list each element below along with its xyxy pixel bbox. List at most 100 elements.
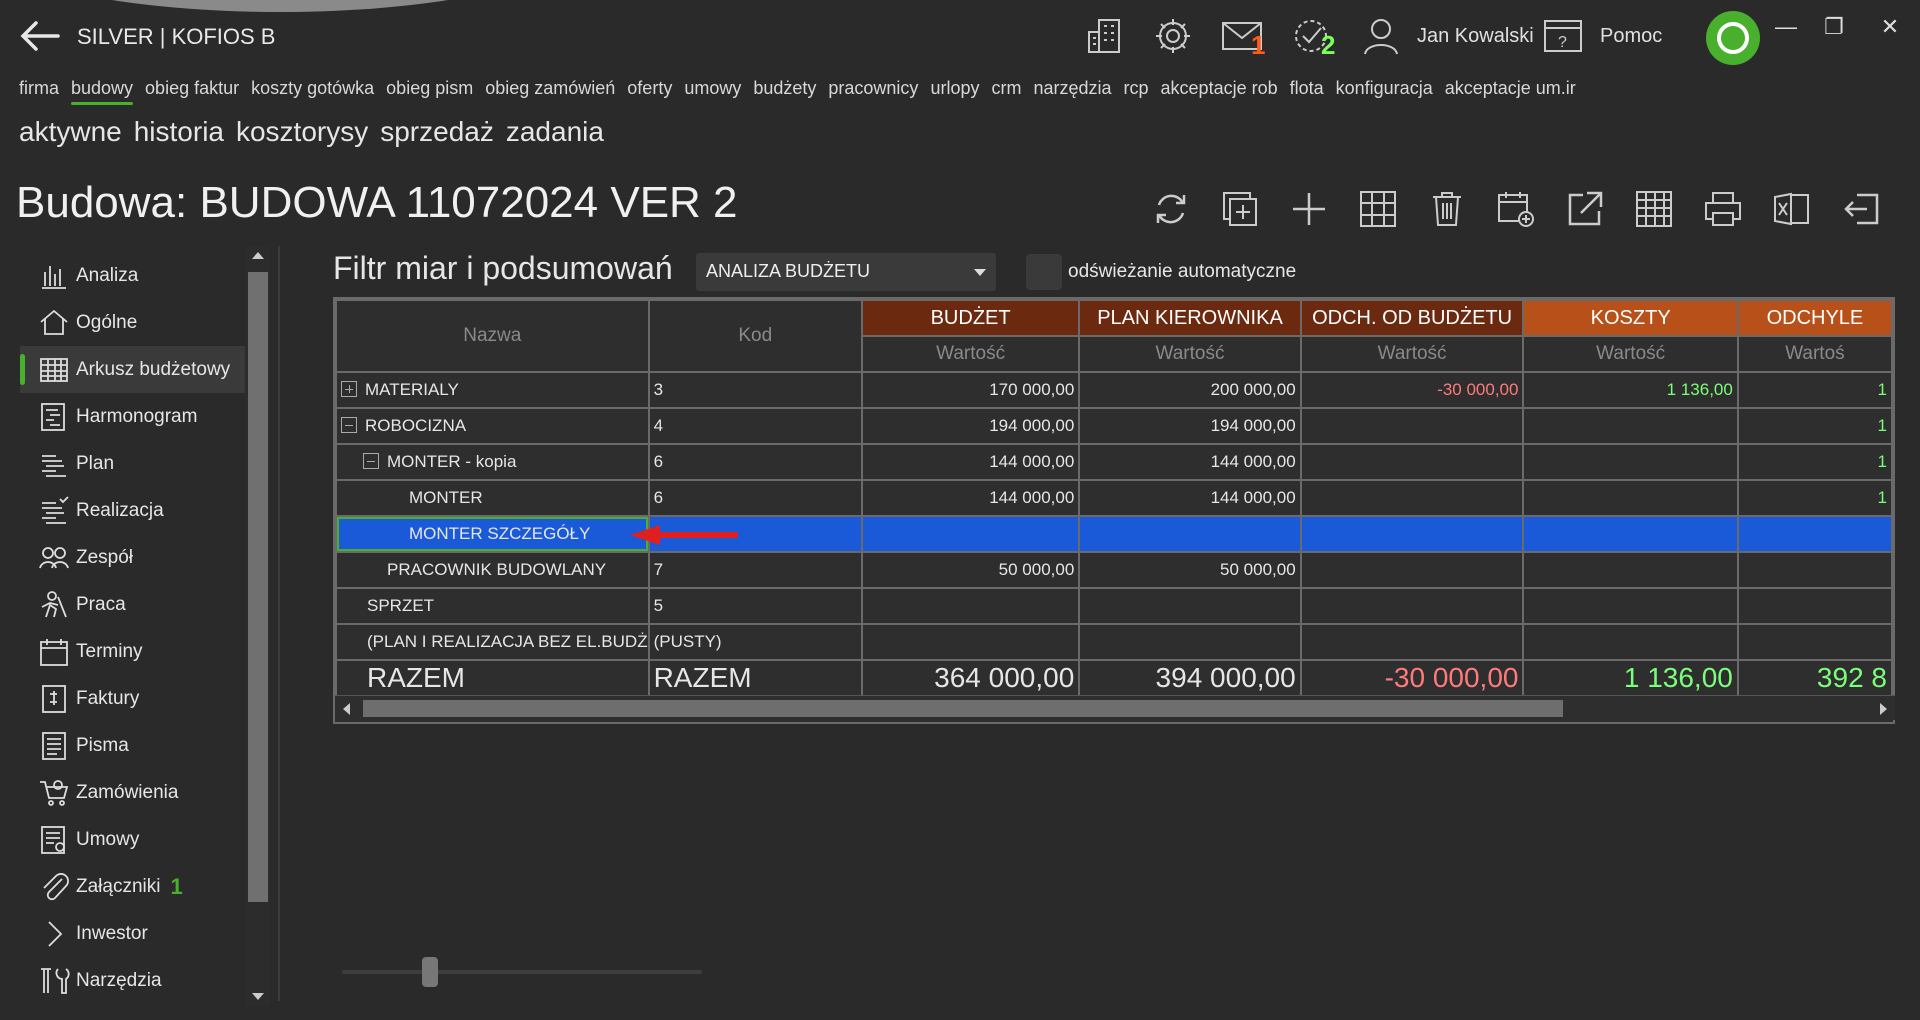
row-name-cell[interactable]: (PLAN I REALIZACJA BEZ EL.BUDŻ	[335, 623, 650, 661]
minimize-icon[interactable]: —	[1768, 14, 1804, 42]
sidebar-item-5[interactable]: Realizacja	[20, 487, 245, 534]
value-cell[interactable]	[1078, 623, 1302, 661]
value-cell[interactable]: 170 000,00	[860, 371, 1081, 409]
sidebar-item-8[interactable]: Terminy	[20, 628, 245, 675]
table-row[interactable]: MONTER 6 144 000,00 144 000,00 1	[335, 479, 1893, 517]
sidebar-item-10[interactable]: Pisma	[20, 722, 245, 769]
menu-item-4[interactable]: obieg pism	[386, 78, 473, 99]
menu-item-11[interactable]: crm	[991, 78, 1021, 99]
table-row[interactable]: MONTER - kopia 6 144 000,00 144 000,00 1	[335, 443, 1893, 481]
back-arrow-icon[interactable]	[18, 18, 62, 54]
gear-icon[interactable]	[1150, 14, 1196, 58]
row-name-cell[interactable]: ROBOCIZNA	[335, 407, 650, 445]
row-code-cell[interactable]: 3	[647, 371, 863, 409]
value-cell[interactable]: 1	[1736, 407, 1893, 445]
auto-refresh-label[interactable]: odświeżanie automatyczne	[1068, 261, 1296, 283]
tasks-icon[interactable]: 2	[1289, 14, 1335, 60]
sidebar-item-1[interactable]: Ogólne	[20, 299, 245, 346]
row-code-cell[interactable]: 6	[647, 479, 863, 517]
value-cell[interactable]	[1078, 587, 1302, 625]
add-icon[interactable]	[1286, 186, 1332, 232]
table-row[interactable]: SPRZET 5	[335, 587, 1893, 625]
value-cell[interactable]: 1	[1736, 443, 1893, 481]
menu-item-9[interactable]: pracownicy	[828, 78, 918, 99]
row-code-cell[interactable]: (PUSTY)	[647, 623, 863, 661]
sidebar-item-12[interactable]: Umowy	[20, 816, 245, 863]
table-row[interactable]: PRACOWNIK BUDOWLANY 7 50 000,00 50 000,00	[335, 551, 1893, 589]
value-cell[interactable]	[860, 515, 1081, 553]
sidebar-item-6[interactable]: Zespół	[20, 534, 245, 581]
return-icon[interactable]	[1838, 186, 1884, 232]
measure-header-1[interactable]: PLAN KIEROWNIKA	[1078, 299, 1302, 337]
submenu-item-4[interactable]: zadania	[506, 116, 604, 148]
row-name-cell[interactable]: MONTER SZCZEGÓŁY	[335, 515, 650, 553]
row-code-cell[interactable]: 7	[647, 551, 863, 589]
menu-item-12[interactable]: narzędzia	[1033, 78, 1111, 99]
value-cell[interactable]: 50 000,00	[860, 551, 1081, 589]
help-link[interactable]: Pomoc	[1600, 25, 1662, 48]
excel-icon[interactable]	[1769, 186, 1815, 232]
row-name-cell[interactable]: SPRZET	[335, 587, 650, 625]
menu-item-7[interactable]: umowy	[684, 78, 741, 99]
value-cell[interactable]: 1	[1736, 371, 1893, 409]
value-cell[interactable]: 194 000,00	[1078, 407, 1302, 445]
hscroll-thumb[interactable]	[363, 700, 1563, 717]
sidebar-scrollbar[interactable]	[246, 246, 270, 1006]
value-cell[interactable]	[1299, 515, 1525, 553]
menu-item-15[interactable]: flota	[1290, 78, 1324, 99]
table-row[interactable]: ROBOCIZNA 4 194 000,00 194 000,00 1	[335, 407, 1893, 445]
measure-header-4[interactable]: ODCHYLE	[1736, 299, 1893, 337]
value-cell[interactable]	[1736, 587, 1893, 625]
value-cell[interactable]	[1299, 479, 1525, 517]
menu-item-5[interactable]: obieg zamówień	[485, 78, 615, 99]
submenu-item-3[interactable]: sprzedaż	[380, 116, 494, 148]
row-code-cell[interactable]: 4	[647, 407, 863, 445]
sidebar-item-9[interactable]: Faktury	[20, 675, 245, 722]
value-cell[interactable]: 144 000,00	[860, 443, 1081, 481]
value-cell[interactable]: 144 000,00	[860, 479, 1081, 517]
refresh-icon[interactable]	[1148, 186, 1194, 232]
row-name-cell[interactable]: MATERIALY	[335, 371, 650, 409]
user-name[interactable]: Jan Kowalski	[1417, 25, 1534, 48]
table-row[interactable]: (PLAN I REALIZACJA BEZ EL.BUDŻ (PUSTY)	[335, 623, 1893, 661]
submenu-item-1[interactable]: historia	[134, 116, 224, 148]
calendar-add-icon[interactable]	[1493, 186, 1539, 232]
value-cell[interactable]: 1	[1736, 479, 1893, 517]
value-cell[interactable]: 194 000,00	[860, 407, 1081, 445]
sidebar-item-13[interactable]: Załączniki 1	[20, 863, 245, 910]
table-row[interactable]: MONTER SZCZEGÓŁY	[335, 515, 1893, 553]
company-icon[interactable]	[1082, 14, 1128, 58]
sidebar-item-0[interactable]: Analiza	[20, 252, 245, 299]
help-icon[interactable]: ?	[1540, 14, 1586, 58]
menu-item-6[interactable]: oferty	[627, 78, 672, 99]
sidebar-item-3[interactable]: Harmonogram	[20, 393, 245, 440]
value-cell[interactable]: 144 000,00	[1078, 443, 1302, 481]
row-name-cell[interactable]: MONTER	[335, 479, 650, 517]
scroll-right-icon[interactable]	[1880, 703, 1887, 715]
user-icon[interactable]	[1358, 14, 1404, 58]
value-cell[interactable]	[1522, 587, 1739, 625]
value-cell[interactable]	[1078, 515, 1302, 553]
menu-item-8[interactable]: budżety	[753, 78, 816, 99]
menu-item-14[interactable]: akceptacje rob	[1161, 78, 1278, 99]
value-cell[interactable]	[1522, 515, 1739, 553]
scrollbar-thumb[interactable]	[248, 272, 268, 902]
menu-item-0[interactable]: firma	[19, 78, 59, 99]
menu-item-13[interactable]: rcp	[1124, 78, 1149, 99]
close-icon[interactable]: ✕	[1872, 14, 1908, 42]
sidebar-item-7[interactable]: Praca	[20, 581, 245, 628]
scroll-down-icon[interactable]	[252, 993, 264, 1000]
menu-item-16[interactable]: konfiguracja	[1336, 78, 1433, 99]
value-cell[interactable]	[1522, 551, 1739, 589]
value-cell[interactable]	[1299, 443, 1525, 481]
expand-icon[interactable]	[341, 381, 357, 397]
row-name-cell[interactable]: PRACOWNIK BUDOWLANY	[335, 551, 650, 589]
sidebar-item-11[interactable]: Zamówienia	[20, 769, 245, 816]
column-header-name[interactable]: Nazwa	[335, 299, 650, 373]
menu-item-3[interactable]: koszty gotówka	[251, 78, 374, 99]
zoom-slider-knob[interactable]	[422, 957, 438, 987]
scroll-up-icon[interactable]	[252, 252, 264, 259]
value-cell[interactable]	[1736, 515, 1893, 553]
grid-horizontal-scrollbar[interactable]	[335, 695, 1895, 720]
value-cell[interactable]	[1299, 623, 1525, 661]
